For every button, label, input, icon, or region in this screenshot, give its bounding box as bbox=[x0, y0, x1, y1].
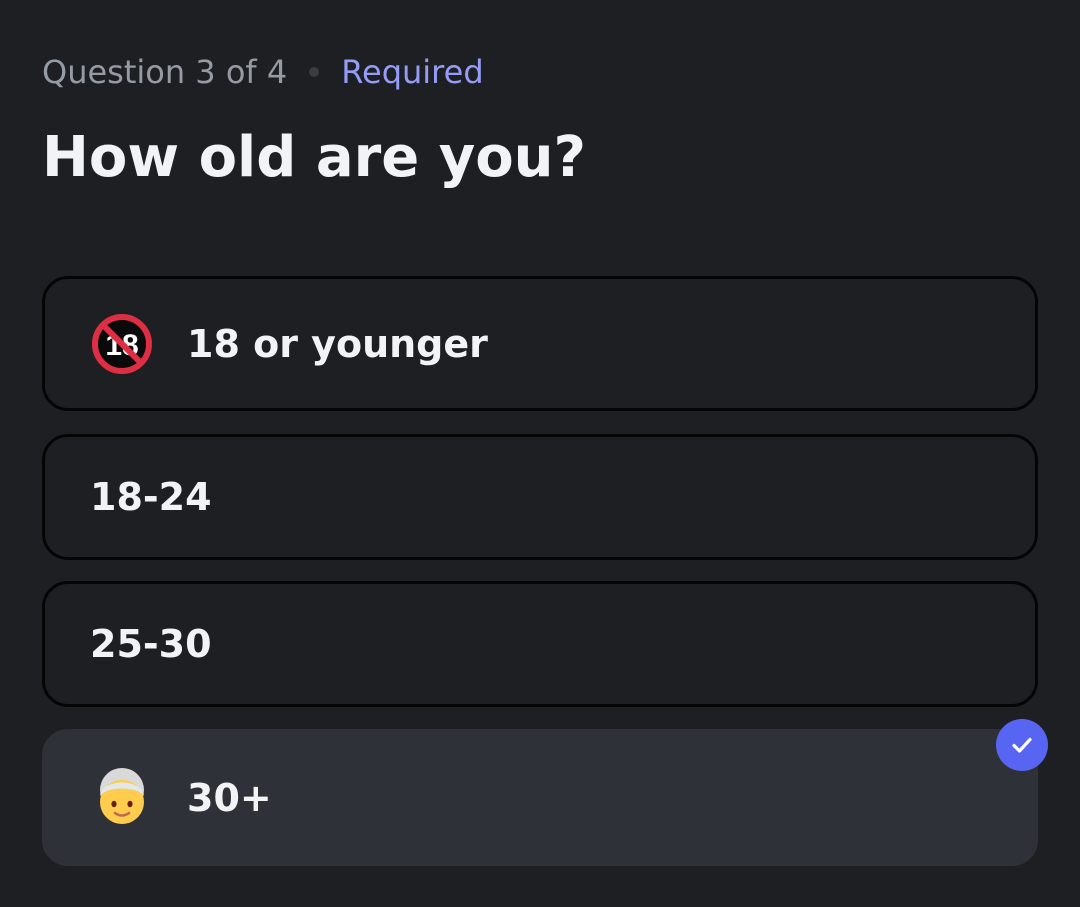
required-label: Required bbox=[341, 53, 484, 91]
option-label: 25-30 bbox=[90, 622, 212, 666]
option-label: 30+ bbox=[187, 775, 272, 820]
option-18-24[interactable]: 18-24 bbox=[42, 434, 1038, 560]
onboarding-question-page: Question 3 of 4 Required How old are you… bbox=[0, 0, 1080, 907]
question-progress: Question 3 of 4 bbox=[42, 53, 288, 91]
no-under-eighteen-icon: 18 bbox=[90, 312, 154, 376]
option-label: 18 or younger bbox=[187, 321, 488, 366]
question-title: How old are you? bbox=[42, 125, 587, 190]
older-person-icon bbox=[90, 766, 154, 830]
separator-dot bbox=[309, 67, 320, 77]
question-meta-row: Question 3 of 4 Required bbox=[42, 50, 484, 94]
option-label: 18-24 bbox=[90, 475, 212, 519]
option-25-30[interactable]: 25-30 bbox=[42, 581, 1038, 707]
selected-check-icon bbox=[996, 719, 1048, 771]
option-30-plus[interactable]: 30+ bbox=[42, 719, 1048, 866]
option-18-or-younger[interactable]: 18 18 or younger bbox=[42, 276, 1038, 411]
